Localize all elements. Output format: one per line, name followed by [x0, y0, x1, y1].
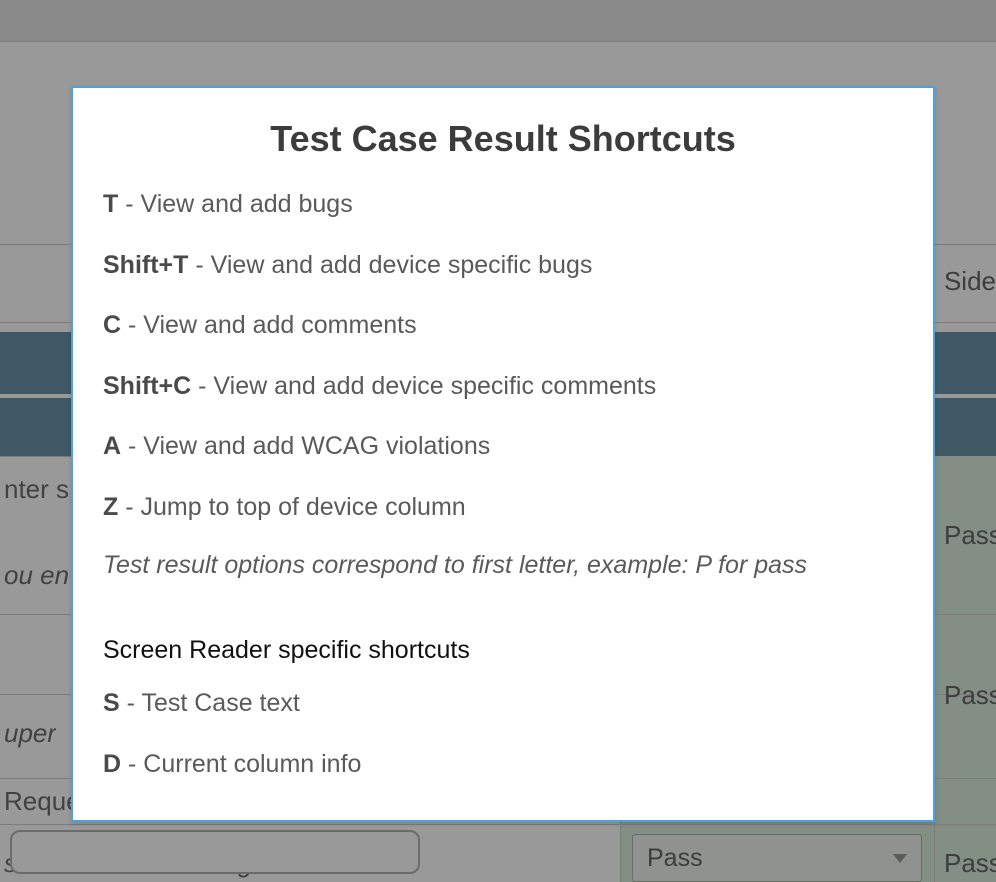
shortcut-row: D - Current column info	[103, 748, 903, 781]
shortcut-row: Z - Jump to top of device column	[103, 491, 903, 524]
modal-title: Test Case Result Shortcuts	[103, 118, 903, 160]
sr-shortcuts-heading: Screen Reader specific shortcuts	[103, 636, 903, 665]
shortcut-row: A - View and add WCAG violations	[103, 430, 903, 463]
shortcut-desc: View and add WCAG violations	[143, 432, 490, 460]
shortcut-note: Test result options correspond to first …	[103, 551, 903, 580]
shortcut-row: S - Test Case text	[103, 687, 903, 720]
shortcut-key: T	[103, 190, 118, 218]
shortcut-row: Shift+T - View and add device specific b…	[103, 249, 903, 282]
shortcut-key: S	[103, 689, 120, 717]
shortcut-key: A	[103, 432, 121, 460]
shortcut-desc: View and add device specific comments	[213, 372, 656, 400]
shortcut-key: Shift+C	[103, 372, 191, 400]
shortcut-row: T - View and add bugs	[103, 188, 903, 221]
shortcut-desc: View and add bugs	[141, 190, 353, 218]
shortcut-key: C	[103, 311, 121, 339]
shortcut-key: D	[103, 750, 121, 778]
shortcut-desc: View and add comments	[143, 311, 416, 339]
shortcut-desc: View and add device specific bugs	[211, 251, 593, 279]
shortcut-row: C - View and add comments	[103, 309, 903, 342]
shortcut-key: Shift+T	[103, 251, 188, 279]
shortcut-row: Shift+C - View and add device specific c…	[103, 370, 903, 403]
shortcuts-modal: Test Case Result Shortcuts T - View and …	[71, 86, 935, 822]
shortcut-desc: Current column info	[143, 750, 361, 778]
shortcut-key: Z	[103, 493, 118, 521]
shortcut-desc: Jump to top of device column	[141, 493, 466, 521]
shortcut-desc: Test Case text	[141, 689, 299, 717]
